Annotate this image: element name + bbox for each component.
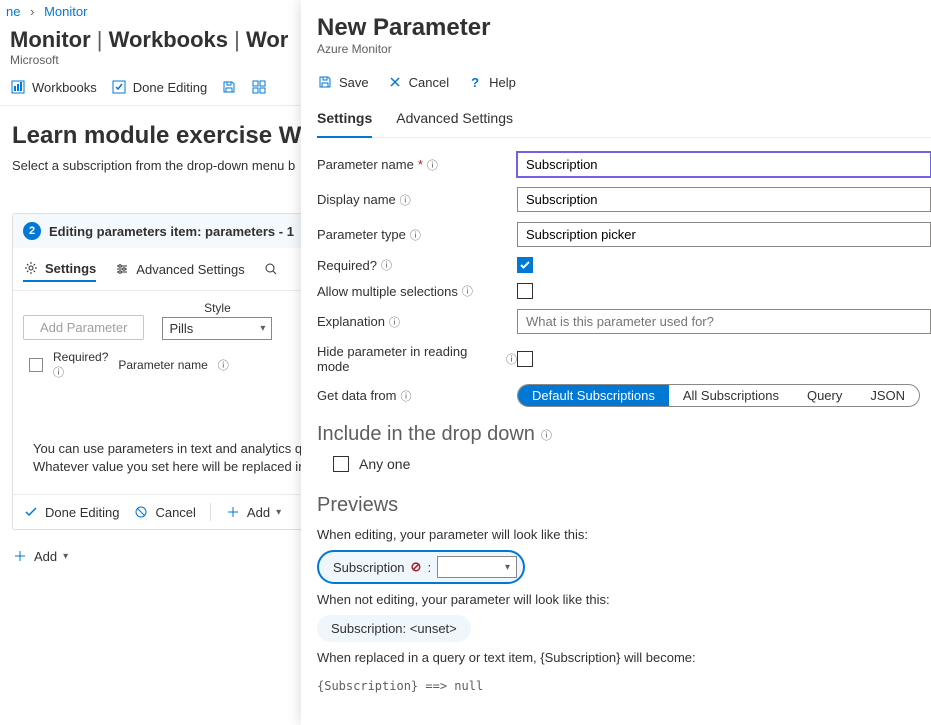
sliders-icon bbox=[114, 261, 130, 277]
preview-pill-select[interactable]: ▾ bbox=[437, 556, 517, 578]
add-button[interactable]: Add ▾ bbox=[12, 548, 68, 564]
parameter-type-select[interactable] bbox=[517, 222, 931, 247]
allow-multiple-checkbox[interactable] bbox=[517, 283, 533, 299]
preview-editing-pill[interactable]: Subscription ⊘ : ▾ bbox=[317, 550, 525, 584]
divider bbox=[210, 503, 211, 521]
grid-icon bbox=[251, 79, 267, 95]
preview-replace-text: When replaced in a query or text item, {… bbox=[317, 650, 931, 665]
get-data-from-segmented: Default Subscriptions All Subscriptions … bbox=[517, 384, 920, 407]
panel-tab-settings[interactable]: Settings bbox=[317, 104, 372, 138]
seg-json[interactable]: JSON bbox=[856, 385, 919, 406]
step-number-badge: 2 bbox=[23, 222, 41, 240]
seg-all-subscriptions[interactable]: All Subscriptions bbox=[669, 385, 793, 406]
label-explanation: Explanation ⓘ bbox=[317, 314, 517, 330]
help-icon: ? bbox=[467, 74, 483, 90]
info-icon: ⓘ bbox=[53, 364, 108, 380]
info-icon: ⓘ bbox=[541, 427, 552, 443]
chevron-down-icon: ▾ bbox=[260, 323, 265, 334]
label-hide-parameter: Hide parameter in reading mode ⓘ bbox=[317, 344, 517, 374]
preview-editing-text: When editing, your parameter will look l… bbox=[317, 527, 931, 542]
more-button[interactable] bbox=[251, 79, 267, 95]
info-icon: ⓘ bbox=[410, 227, 421, 243]
done-editing-button[interactable]: Done Editing bbox=[111, 79, 207, 95]
plus-icon bbox=[225, 504, 241, 520]
label-display-name: Display name ⓘ bbox=[317, 192, 517, 208]
label-parameter-name: Parameter name * ⓘ bbox=[317, 157, 517, 173]
step-title: Editing parameters item: parameters - 1 bbox=[49, 224, 294, 239]
title-service: Monitor bbox=[10, 27, 91, 52]
panel-subtitle: Azure Monitor bbox=[317, 42, 931, 56]
info-icon: ⓘ bbox=[381, 257, 392, 273]
close-icon bbox=[387, 74, 403, 90]
preview-code: {Subscription} ==> null bbox=[317, 673, 931, 699]
info-icon: ⓘ bbox=[389, 314, 400, 330]
parameter-name-input[interactable] bbox=[517, 152, 931, 177]
add-parameter-button[interactable]: Add Parameter bbox=[23, 315, 144, 340]
done-editing-icon bbox=[111, 79, 127, 95]
tab-settings[interactable]: Settings bbox=[23, 256, 96, 282]
panel-tab-advanced[interactable]: Advanced Settings bbox=[396, 104, 513, 137]
info-icon: ⓘ bbox=[400, 388, 411, 404]
info-icon: ⓘ bbox=[506, 351, 517, 367]
seg-default-subscriptions[interactable]: Default Subscriptions bbox=[518, 385, 669, 406]
label-get-data-from: Get data from ⓘ bbox=[317, 388, 517, 404]
required-checkbox[interactable] bbox=[517, 257, 533, 273]
style-select[interactable]: Pills ▾ bbox=[162, 317, 272, 340]
add-button[interactable]: Add ▾ bbox=[225, 504, 281, 520]
preview-notediting-text: When not editing, your parameter will lo… bbox=[317, 592, 931, 607]
done-editing-button[interactable]: Done Editing bbox=[23, 504, 119, 520]
breadcrumb-home[interactable]: ne bbox=[6, 4, 20, 19]
search-icon bbox=[263, 261, 279, 277]
save-icon bbox=[317, 74, 333, 90]
panel-cancel-button[interactable]: Cancel bbox=[387, 74, 449, 90]
gear-icon bbox=[23, 260, 39, 276]
anyone-label: Any one bbox=[359, 456, 410, 472]
error-icon: ⊘ bbox=[411, 559, 422, 575]
check-icon bbox=[23, 504, 39, 520]
info-icon: ⓘ bbox=[400, 192, 411, 208]
seg-query[interactable]: Query bbox=[793, 385, 856, 406]
info-icon: ⓘ bbox=[427, 157, 438, 173]
tab-advanced-settings[interactable]: Advanced Settings bbox=[114, 257, 244, 281]
select-all-checkbox[interactable] bbox=[29, 358, 43, 372]
save-button[interactable] bbox=[221, 79, 237, 95]
label-required: Required? ⓘ bbox=[317, 257, 517, 273]
breadcrumb-monitor[interactable]: Monitor bbox=[44, 4, 87, 19]
info-icon: ⓘ bbox=[218, 357, 229, 373]
chevron-down-icon: ▾ bbox=[276, 507, 281, 518]
preview-static-pill: Subscription: <unset> bbox=[317, 615, 471, 642]
previews-heading: Previews bbox=[317, 494, 931, 517]
prohibit-icon bbox=[133, 504, 149, 520]
chevron-down-icon: ▾ bbox=[63, 551, 68, 562]
hide-parameter-checkbox[interactable] bbox=[517, 351, 533, 367]
column-parameter-name: Parameter name bbox=[118, 358, 207, 372]
cancel-button[interactable]: Cancel bbox=[133, 504, 195, 520]
explanation-input[interactable] bbox=[517, 309, 931, 334]
panel-save-button[interactable]: Save bbox=[317, 74, 369, 90]
display-name-input[interactable] bbox=[517, 187, 931, 212]
include-heading: Include in the drop downⓘ bbox=[317, 423, 931, 446]
workbooks-button[interactable]: Workbooks bbox=[10, 79, 97, 95]
label-allow-multiple: Allow multiple selections ⓘ bbox=[317, 283, 517, 299]
chevron-right-icon: › bbox=[30, 4, 34, 19]
info-icon: ⓘ bbox=[462, 283, 473, 299]
label-parameter-type: Parameter type ⓘ bbox=[317, 227, 517, 243]
new-parameter-panel: New Parameter Azure Monitor Save Cancel … bbox=[301, 0, 931, 725]
anyone-checkbox[interactable] bbox=[333, 456, 349, 472]
plus-icon bbox=[12, 548, 28, 564]
save-icon bbox=[221, 79, 237, 95]
style-label: Style bbox=[162, 301, 272, 315]
chevron-down-icon: ▾ bbox=[505, 562, 510, 573]
column-required: Required? bbox=[53, 350, 108, 364]
panel-title: New Parameter bbox=[317, 14, 931, 42]
search-button[interactable] bbox=[263, 257, 279, 281]
workbook-icon bbox=[10, 79, 26, 95]
panel-help-button[interactable]: ? Help bbox=[467, 74, 516, 90]
